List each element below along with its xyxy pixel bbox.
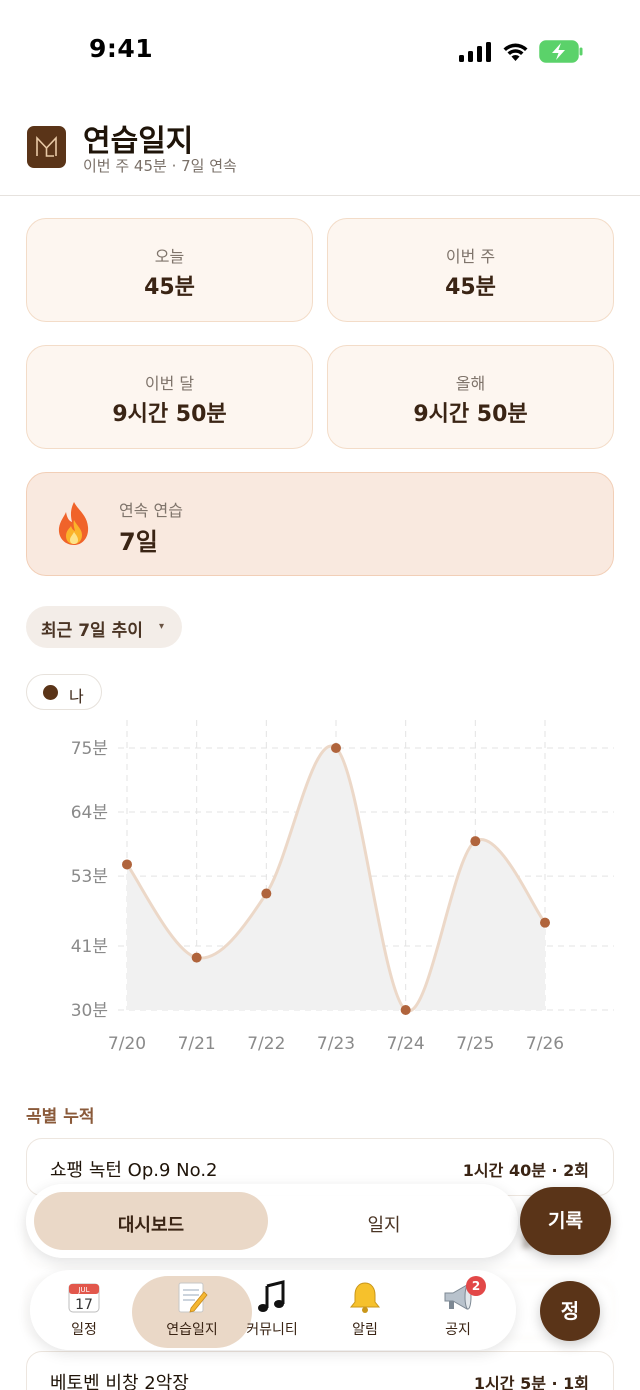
nav-item-notices[interactable]: 2 공지 bbox=[410, 1270, 506, 1350]
x-tick-label: 7/22 bbox=[247, 1034, 285, 1054]
piece-row[interactable]: 베토벤 비창 2악장 1시간 5분 · 1회 bbox=[26, 1351, 614, 1390]
nav-item-alerts[interactable]: 알림 bbox=[317, 1270, 413, 1350]
calendar-day: 17 bbox=[75, 1297, 93, 1313]
app-logo bbox=[27, 126, 66, 168]
stat-card-today: 오늘 45분 bbox=[26, 218, 313, 322]
logo-mark-icon bbox=[36, 135, 57, 157]
bell-icon bbox=[349, 1282, 381, 1313]
x-tick-label: 7/21 bbox=[178, 1034, 216, 1054]
x-tick-label: 7/23 bbox=[317, 1034, 355, 1054]
x-tick-label: 7/25 bbox=[456, 1034, 494, 1054]
stat-card-year: 올해 9시간 50분 bbox=[327, 345, 614, 449]
streak-label: 연속 연습 bbox=[119, 501, 183, 520]
y-tick-label: 53분 bbox=[71, 867, 108, 887]
stat-value: 9시간 50분 bbox=[413, 402, 528, 427]
page-title: 연습일지 bbox=[83, 124, 194, 159]
memo-icon bbox=[178, 1282, 208, 1313]
data-point bbox=[261, 888, 272, 899]
profile-button[interactable]: 정 bbox=[540, 1281, 600, 1341]
piece-meta: 1시간 5분 · 1회 bbox=[473, 1374, 589, 1390]
status-time: 9:41 bbox=[89, 34, 154, 63]
y-tick-label: 41분 bbox=[71, 937, 108, 957]
music-notes-icon bbox=[258, 1280, 285, 1312]
nav-item-community[interactable]: 커뮤니티 bbox=[224, 1270, 320, 1350]
series-area bbox=[127, 746, 545, 1012]
piece-meta: 1시간 40분 · 2회 bbox=[462, 1161, 589, 1180]
y-tick-label: 75분 bbox=[71, 739, 108, 759]
wifi-icon bbox=[503, 43, 528, 61]
piece-name: 쇼팽 녹턴 Op.9 No.2 bbox=[50, 1160, 218, 1181]
segment-dashboard-label: 대시보드 bbox=[117, 1215, 185, 1236]
data-point bbox=[122, 859, 132, 870]
view-segment-control: 대시보드 일지 bbox=[26, 1184, 518, 1258]
bottom-nav: JUL 17 일정 연습일지 커뮤니티 알림 2 공지 bbox=[30, 1270, 516, 1350]
range-selector-label: 최근 7일 추이 bbox=[41, 621, 143, 641]
streak-value: 7일 bbox=[119, 528, 158, 556]
stat-label: 이번 달 bbox=[144, 374, 195, 393]
status-bar: 9:41 bbox=[0, 0, 640, 100]
trend-chart: 75분 64분 53분 41분 30분7/20 7/21 7/22 7/23 7/24 7/25 7… bbox=[71, 720, 614, 1054]
segment-journal[interactable]: 일지 bbox=[276, 1211, 492, 1237]
nav-label: 일정 bbox=[71, 1322, 97, 1338]
nav-label: 알림 bbox=[352, 1322, 378, 1338]
y-tick-label: 30분 bbox=[71, 1001, 108, 1021]
range-selector[interactable]: 최근 7일 추이 ▾ bbox=[26, 606, 182, 648]
battery-charging-icon bbox=[539, 40, 583, 63]
stat-label: 오늘 bbox=[154, 247, 185, 266]
calendar-icon: JUL 17 bbox=[68, 1283, 100, 1313]
x-tick-label: 7/20 bbox=[108, 1034, 146, 1054]
streak-card bbox=[26, 472, 614, 576]
stat-value: 45분 bbox=[144, 275, 195, 300]
record-button[interactable]: 기록 bbox=[520, 1187, 611, 1255]
x-tick-label: 7/26 bbox=[526, 1034, 564, 1054]
x-tick-label: 7/24 bbox=[387, 1034, 425, 1054]
notification-badge: 2 bbox=[466, 1276, 486, 1296]
stat-label: 올해 bbox=[455, 374, 486, 393]
piece-name: 베토벤 비창 2악장 bbox=[50, 1373, 189, 1390]
stat-value: 45분 bbox=[445, 275, 496, 300]
stat-card-week: 이번 주 45분 bbox=[327, 218, 614, 322]
chevron-down-icon: ▾ bbox=[159, 621, 165, 632]
page-subtitle: 이번 주 45분 · 7일 연속 bbox=[83, 157, 237, 175]
data-point bbox=[191, 952, 202, 963]
stat-value: 9시간 50분 bbox=[112, 402, 227, 427]
y-tick-label: 64분 bbox=[71, 803, 108, 823]
fire-icon bbox=[58, 502, 89, 545]
nav-label: 커뮤니티 bbox=[246, 1322, 298, 1338]
stat-label: 이번 주 bbox=[445, 247, 496, 266]
data-point bbox=[540, 917, 550, 928]
data-point bbox=[331, 743, 341, 753]
stat-card-month: 이번 달 9시간 50분 bbox=[26, 345, 313, 449]
section-title: 곡별 누적 bbox=[26, 1107, 95, 1127]
calendar-month: JUL bbox=[77, 1286, 89, 1294]
nav-item-schedule[interactable]: JUL 17 일정 bbox=[36, 1270, 132, 1350]
legend-swatch bbox=[43, 685, 58, 700]
nav-label: 공지 bbox=[445, 1322, 471, 1338]
signal-icon bbox=[459, 42, 491, 62]
data-point bbox=[400, 1005, 411, 1015]
app-header: 연습일지 이번 주 45분 · 7일 연속 bbox=[0, 100, 640, 196]
data-point bbox=[470, 836, 481, 847]
